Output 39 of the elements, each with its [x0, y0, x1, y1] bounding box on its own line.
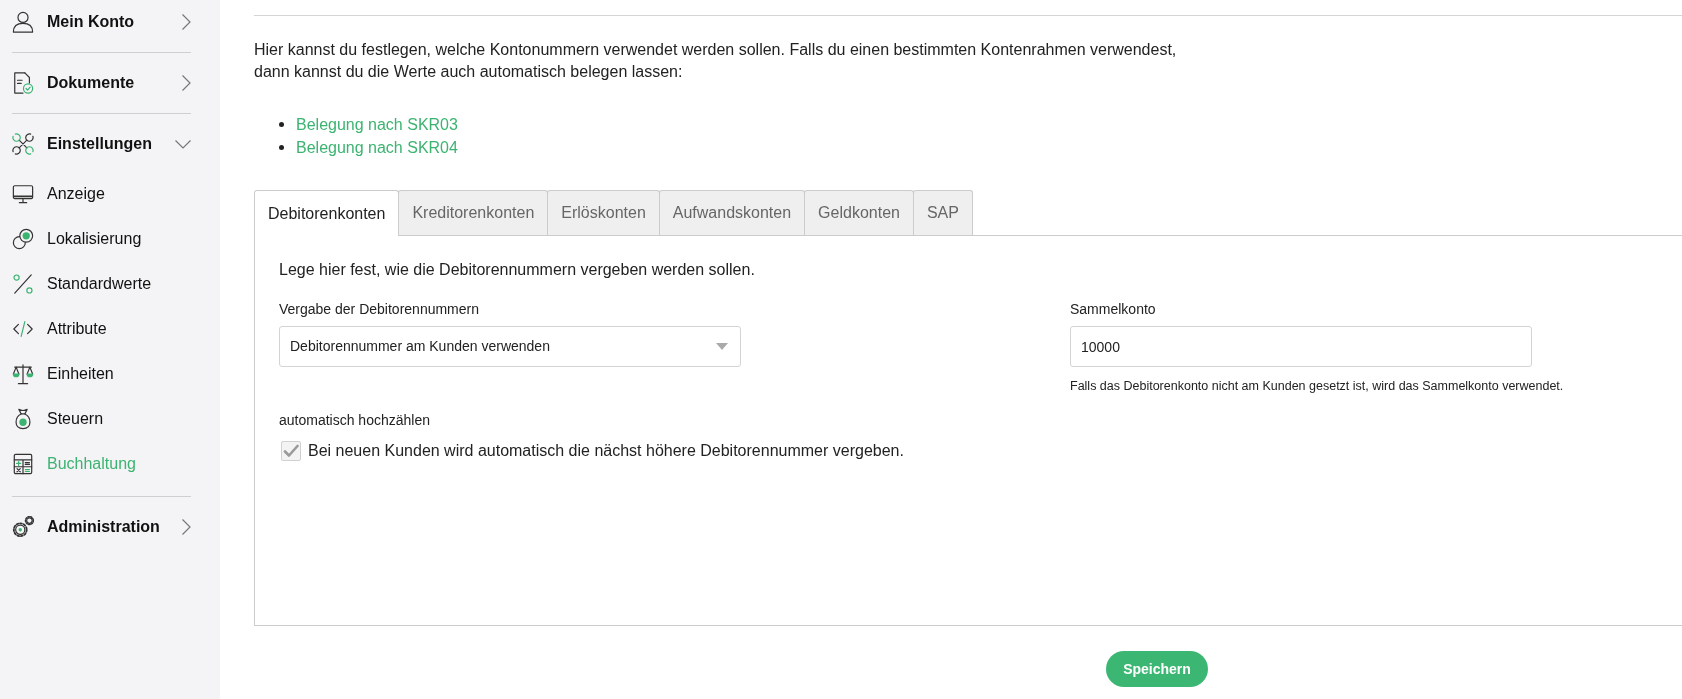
- field-label: Sammelkonto: [1070, 300, 1156, 319]
- tab[interactable]: Geldkonten: [804, 190, 914, 235]
- dropdown[interactable]: Debitorennummer am Kunden verwenden: [279, 326, 741, 367]
- sidebar-item[interactable]: Einheiten: [12, 351, 191, 396]
- coins-icon: [12, 227, 34, 250]
- sidebar-section[interactable]: Einstellungen: [12, 124, 191, 164]
- tab[interactable]: Debitorenkonten: [254, 190, 400, 236]
- hint-text: Falls das Debitorenkonto nicht am Kunden gesetzt ist, wird das Sammelkonto verwendet.: [1070, 378, 1564, 394]
- checkbox[interactable]: [281, 441, 301, 461]
- section-label: automatisch hochzählen: [279, 411, 430, 430]
- gears-icon: [12, 516, 34, 538]
- caret-down-icon: [716, 343, 728, 350]
- tab[interactable]: Aufwandskonten: [658, 190, 806, 235]
- sidebar-section[interactable]: Mein Konto: [12, 2, 191, 42]
- sidebar-item[interactable]: Steuern: [12, 396, 191, 441]
- scale-icon: [12, 362, 34, 385]
- user-icon: [12, 11, 34, 33]
- tab[interactable]: Kreditorenkonten: [398, 190, 549, 235]
- sidebar-item[interactable]: Standardwerte: [12, 261, 191, 306]
- tab[interactable]: SAP: [912, 190, 973, 235]
- checkbox-label: Bei neuen Kunden wird automatisch die nächst höhere Debitorennummer vergeben.: [308, 441, 904, 461]
- wrenches-icon: [12, 133, 34, 155]
- sidebar-item[interactable]: Lokalisierung: [12, 216, 191, 261]
- bullet-icon: [279, 145, 284, 150]
- sidebar-section[interactable]: Dokumente: [12, 63, 191, 103]
- bullet-icon: [279, 122, 284, 127]
- field-label: Vergabe der Debitorennummern: [279, 300, 479, 319]
- document-check-icon: [12, 72, 34, 94]
- money-bag-icon: [12, 407, 34, 430]
- monitor-icon: [12, 182, 34, 205]
- panel-description: Lege hier fest, wie die Debitorennummern vergeben werden sollen.: [279, 260, 755, 280]
- tab[interactable]: Erlöskonten: [547, 190, 660, 235]
- calculator-icon: [12, 452, 34, 475]
- intro-text: Hier kannst du festlegen, welche Kontonummern verwendet werden sollen. Falls du einen bestimmten Kontenrahmen verwendest, dann kannst du die Werte auch automatisch belegen lassen:: [254, 40, 1177, 82]
- text-input[interactable]: 10000: [1070, 326, 1532, 367]
- percent-icon: [12, 272, 34, 295]
- sidebar-section[interactable]: Administration: [12, 507, 191, 547]
- sidebar-item[interactable]: Attribute: [12, 306, 191, 351]
- sidebar-item[interactable]: Anzeige: [12, 171, 191, 216]
